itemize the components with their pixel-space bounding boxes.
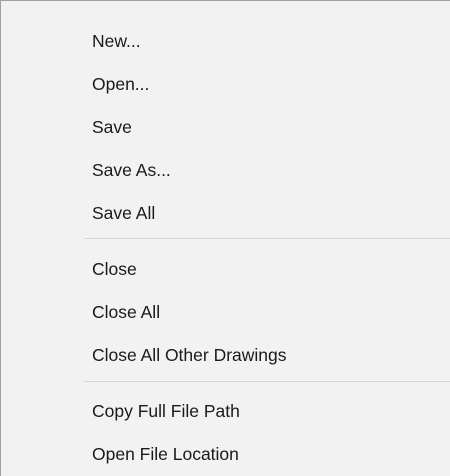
menu-item-new[interactable]: New... [1, 21, 450, 61]
menu-item-open[interactable]: Open... [1, 64, 450, 104]
file-context-menu: New... Open... Save Save As... Save All … [0, 0, 450, 476]
menu-item-close-all-other-drawings[interactable]: Close All Other Drawings [1, 335, 450, 375]
menu-item-close-all[interactable]: Close All [1, 292, 450, 332]
menu-item-open-file-location[interactable]: Open File Location [1, 434, 450, 474]
menu-item-copy-full-file-path[interactable]: Copy Full File Path [1, 391, 450, 431]
menu-item-save-all[interactable]: Save All [1, 193, 450, 233]
menu-item-save-as[interactable]: Save As... [1, 150, 450, 190]
menu-separator [84, 238, 450, 239]
menu-separator [84, 381, 450, 382]
menu-item-close[interactable]: Close [1, 249, 450, 289]
menu-item-save[interactable]: Save [1, 107, 450, 147]
